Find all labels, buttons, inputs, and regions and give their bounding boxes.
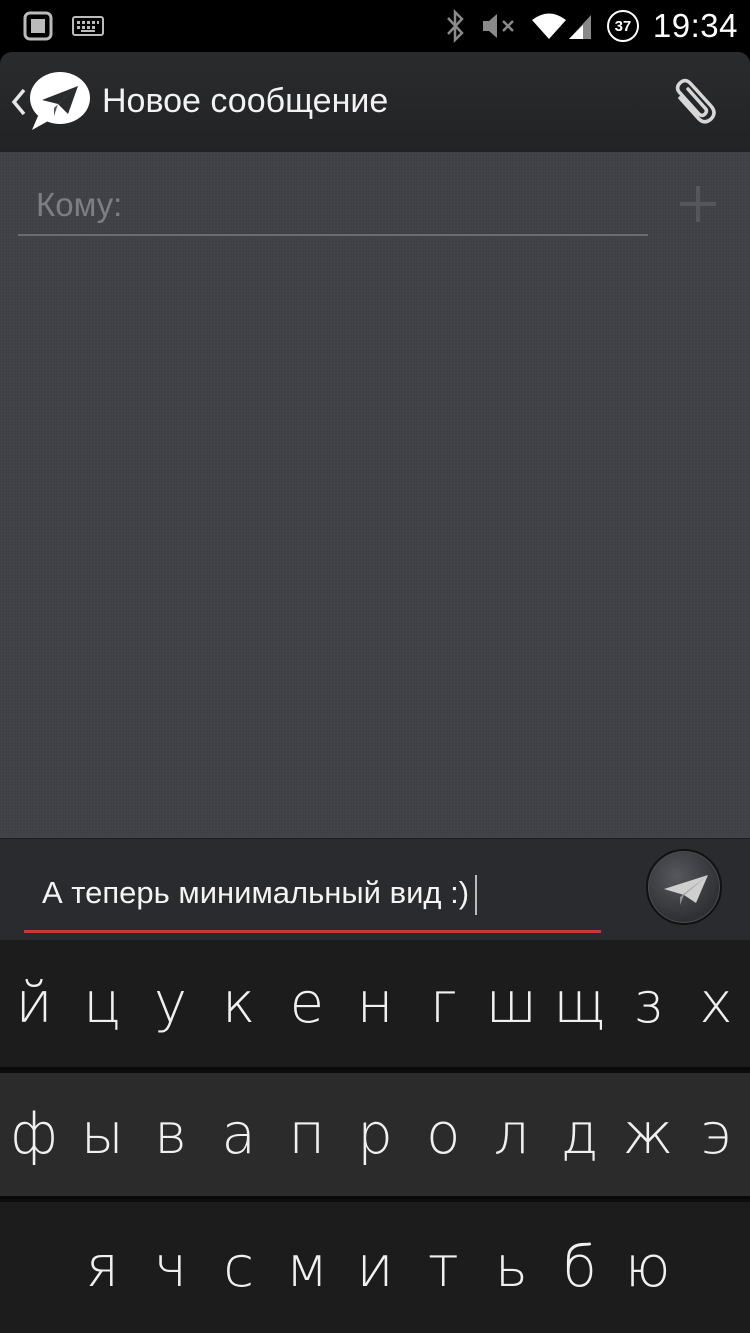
plus-icon[interactable] <box>680 186 716 222</box>
paperclip-icon[interactable] <box>666 76 724 128</box>
key[interactable]: к <box>205 971 273 1036</box>
clock: 19:34 <box>652 7 738 44</box>
key[interactable]: з <box>614 971 682 1036</box>
recipient-input[interactable] <box>18 180 648 230</box>
key[interactable]: ы <box>68 1102 136 1167</box>
main-area <box>0 152 750 838</box>
key[interactable]: ч <box>136 1235 204 1300</box>
paper-plane-icon <box>664 875 708 905</box>
key[interactable]: н <box>341 971 409 1036</box>
key[interactable]: г <box>409 971 477 1036</box>
keyboard-row-2: ф ы в а п р о л д ж э <box>0 1073 750 1199</box>
send-button[interactable] <box>646 849 722 925</box>
message-input[interactable]: А теперь минимальный вид :) <box>24 859 601 933</box>
action-bar: Новое сообщение <box>0 52 750 152</box>
signal-icon <box>568 15 591 39</box>
keyboard-row-3: я ч с м и т ь б ю <box>0 1202 750 1333</box>
key[interactable]: й <box>0 971 68 1036</box>
mute-icon <box>482 14 514 38</box>
message-text: А теперь минимальный вид :) <box>42 875 470 911</box>
keyboard-icon <box>72 16 104 36</box>
recipient-field <box>18 180 648 236</box>
key[interactable]: ю <box>614 1235 682 1300</box>
key[interactable]: ш <box>477 971 545 1036</box>
key[interactable]: э <box>682 1102 750 1167</box>
key[interactable]: м <box>273 1235 341 1300</box>
key[interactable]: я <box>68 1235 136 1300</box>
compose-bar: А теперь минимальный вид :) <box>0 838 750 940</box>
keyboard-row-1: й ц у к е н г ш щ з х <box>0 940 750 1070</box>
battery-level: 37 <box>614 17 632 35</box>
bluetooth-icon <box>446 9 464 43</box>
key[interactable]: б <box>546 1235 614 1300</box>
keyboard: й ц у к е н г ш щ з х ф ы в а п р о л д … <box>0 940 750 1333</box>
key[interactable]: и <box>341 1235 409 1300</box>
key[interactable]: д <box>546 1102 614 1167</box>
key[interactable]: ф <box>0 1102 68 1167</box>
key[interactable]: л <box>477 1102 545 1167</box>
status-bar: 37 19:34 <box>0 0 750 52</box>
key[interactable]: в <box>136 1102 204 1167</box>
paper-plane-logo-icon[interactable] <box>24 70 92 134</box>
wifi-icon <box>531 13 566 39</box>
key[interactable]: а <box>205 1102 273 1167</box>
text-cursor <box>475 875 478 915</box>
key[interactable]: е <box>273 971 341 1036</box>
key[interactable]: т <box>409 1235 477 1300</box>
page-title: Новое сообщение <box>102 82 389 120</box>
key[interactable]: щ <box>546 971 614 1036</box>
key[interactable]: с <box>205 1235 273 1300</box>
key[interactable]: у <box>136 971 204 1036</box>
key[interactable]: ж <box>614 1102 682 1167</box>
key[interactable]: х <box>682 971 750 1036</box>
key[interactable]: ц <box>68 971 136 1036</box>
key[interactable]: ь <box>477 1235 545 1300</box>
key[interactable]: о <box>409 1102 477 1167</box>
screenshot-icon <box>23 11 53 41</box>
key[interactable]: п <box>273 1102 341 1167</box>
key[interactable]: р <box>341 1102 409 1167</box>
battery-icon: 37 <box>606 10 639 42</box>
